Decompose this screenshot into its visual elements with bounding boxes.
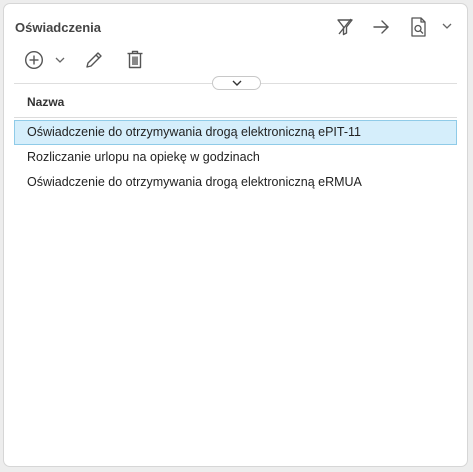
trash-icon[interactable] xyxy=(125,49,145,70)
panel-title: Oświadczenia xyxy=(15,20,101,35)
declarations-list: Oświadczenie do otrzymywania drogą elekt… xyxy=(14,120,457,195)
column-header-name[interactable]: Nazwa xyxy=(27,95,64,109)
pencil-icon[interactable] xyxy=(84,50,104,70)
header-chevron-down-icon[interactable] xyxy=(441,21,453,31)
list-item[interactable]: Oświadczenie do otrzymywania drogą elekt… xyxy=(14,170,457,195)
add-circle-icon[interactable] xyxy=(24,50,44,70)
document-search-icon[interactable] xyxy=(409,16,429,38)
collapse-toolbar-handle[interactable] xyxy=(212,76,261,90)
filter-off-icon[interactable] xyxy=(335,17,355,37)
header-divider xyxy=(14,117,457,118)
add-dropdown-chevron-icon[interactable] xyxy=(54,55,66,65)
list-item[interactable]: Oświadczenie do otrzymywania drogą elekt… xyxy=(14,120,457,145)
list-item[interactable]: Rozliczanie urlopu na opiekę w godzinach xyxy=(14,145,457,170)
arrow-right-icon[interactable] xyxy=(371,17,391,37)
chevron-down-icon xyxy=(232,80,242,86)
declarations-panel: Oświadczenia Nazwa Oświadczenie do otrzy… xyxy=(3,3,468,467)
